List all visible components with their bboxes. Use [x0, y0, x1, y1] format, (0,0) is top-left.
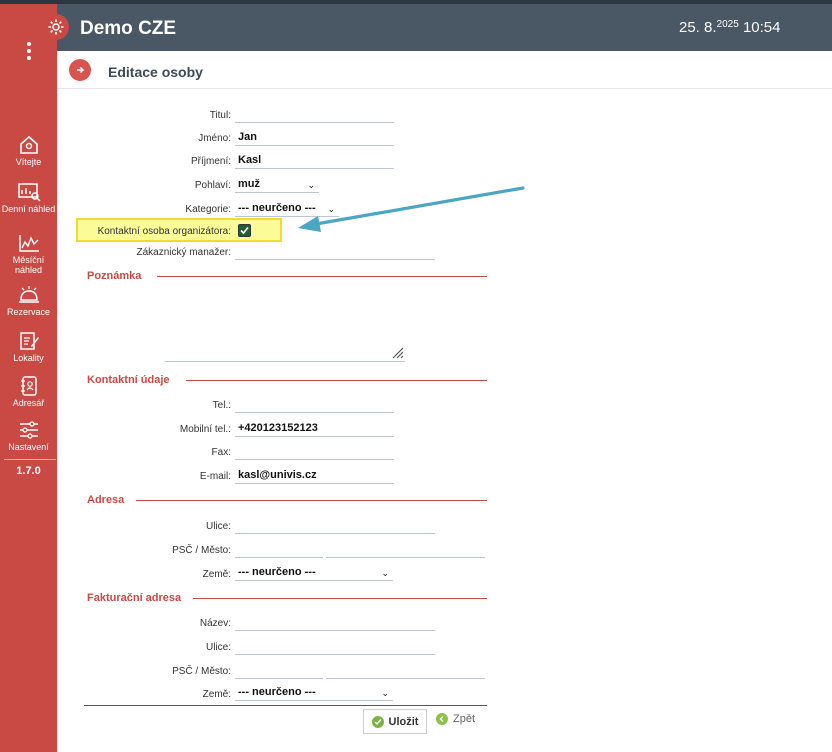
resize-grip-icon[interactable]	[391, 346, 404, 359]
kategorie-label: Kategorie:	[185, 204, 231, 215]
billing-mesto-input[interactable]	[326, 663, 485, 679]
bell-icon	[18, 286, 39, 303]
app-version: 1.7.0	[16, 465, 41, 477]
sidebar-item-rezervace[interactable]: Rezervace	[0, 285, 57, 317]
manager-label: Zákaznický manažer:	[136, 247, 231, 258]
zeme-select[interactable]: --- neurčeno --- ⌄	[235, 565, 393, 581]
tel-input[interactable]	[235, 397, 394, 413]
sidebar-item-adresar[interactable]: Adresář	[0, 376, 57, 408]
fax-label: Fax:	[211, 447, 231, 458]
email-label: E-mail:	[199, 471, 231, 482]
nazev-label: Název:	[199, 618, 231, 629]
billing-ulice-input[interactable]	[235, 639, 435, 655]
section-divider	[157, 276, 487, 277]
ulice-label: Ulice:	[205, 521, 231, 532]
titul-input[interactable]	[235, 107, 394, 123]
home-icon	[19, 135, 38, 154]
back-button[interactable]: Zpět	[436, 713, 475, 725]
psc-input[interactable]	[235, 542, 323, 558]
section-fakturacni-adresa: Fakturační adresa	[87, 592, 182, 604]
fax-input[interactable]	[235, 444, 394, 460]
mesto-input[interactable]	[326, 542, 485, 558]
back-circle-icon	[436, 713, 448, 725]
sliders-icon	[19, 421, 38, 439]
sidebar-item-label: Denní náhled	[1, 204, 56, 214]
save-button[interactable]: Uložit	[363, 709, 427, 734]
sidebar-divider	[4, 459, 56, 460]
ulice-input[interactable]	[235, 518, 435, 534]
billing-psc-mesto-label: PSČ / Město:	[172, 666, 231, 677]
section-poznamka: Poznámka	[87, 270, 142, 282]
jmeno-label: Jméno:	[198, 133, 231, 144]
more-menu-icon[interactable]	[27, 42, 31, 63]
address-book-icon	[20, 376, 37, 396]
arrow-right-icon	[77, 66, 85, 74]
zeme-label: Země:	[202, 569, 231, 580]
back-label: Zpět	[453, 713, 476, 725]
checkmark-icon	[240, 226, 249, 235]
section-divider	[136, 500, 487, 501]
note-textarea[interactable]	[165, 294, 405, 362]
billing-zeme-label: Země:	[202, 689, 231, 700]
prijmeni-label: Příjmení:	[190, 156, 231, 167]
gear-icon[interactable]	[43, 14, 69, 40]
sidebar-item-label: Měsíční náhled	[12, 255, 45, 275]
billing-ulice-label: Ulice:	[205, 642, 231, 653]
mobil-input[interactable]: +420123152123	[235, 421, 394, 437]
billing-psc-input[interactable]	[235, 663, 323, 679]
section-divider	[193, 598, 487, 599]
check-circle-icon	[371, 715, 384, 728]
jmeno-input[interactable]: Jan	[235, 130, 394, 146]
section-kontaktni-udaje: Kontaktní údaje	[87, 374, 170, 386]
zeme-value: --- neurčeno ---	[238, 566, 316, 578]
tel-label: Tel.:	[212, 400, 231, 411]
save-label: Uložit	[388, 715, 419, 728]
annotation-arrow-icon	[298, 186, 525, 232]
titul-label: Titul:	[209, 110, 231, 121]
sidebar-item-denni-nahled[interactable]: Denní náhled	[0, 182, 57, 214]
section-adresa: Adresa	[87, 494, 125, 506]
monthly-chart-icon	[18, 235, 39, 252]
page-title: Editace osoby	[108, 64, 203, 80]
back-arrow-button[interactable]	[69, 59, 91, 81]
pohlavi-value: muž	[238, 178, 260, 190]
sidebar-item-mesicni-nahled[interactable]: Měsíční náhled	[0, 233, 57, 275]
sidebar-item-label: Nastavení	[8, 442, 49, 452]
date-year: 2025	[716, 19, 739, 30]
sidebar-item-vitejte[interactable]: Vítejte	[0, 135, 57, 167]
page-title-bar: Editace osoby	[57, 51, 832, 89]
pohlavi-label: Pohlaví:	[194, 180, 231, 191]
sidebar-item-label: Adresář	[12, 398, 45, 408]
edit-note-icon	[19, 332, 39, 350]
psc-mesto-label: PSČ / Město:	[172, 545, 231, 556]
chevron-down-icon: ⌄	[381, 688, 389, 698]
date-time: 25. 8.2025 10:54	[679, 19, 781, 36]
kontakt-osoba-label: Kontaktní osoba organizátora:	[97, 226, 231, 237]
nazev-input[interactable]	[235, 615, 435, 631]
prijmeni-input[interactable]: Kasl	[235, 153, 394, 169]
email-input[interactable]: kasl@univis.cz	[235, 468, 394, 484]
sidebar-item-lokality[interactable]: Lokality	[0, 331, 57, 363]
app-header: Demo CZE 25. 8.2025 10:54	[43, 4, 832, 51]
sidebar-item-label: Rezervace	[6, 307, 51, 317]
billing-zeme-select[interactable]: --- neurčeno --- ⌄	[235, 685, 393, 701]
app-title: Demo CZE	[80, 18, 177, 39]
date-main: 25. 8.	[679, 19, 717, 36]
manager-input[interactable]	[235, 244, 435, 260]
footer-divider	[84, 705, 487, 706]
time: 10:54	[742, 19, 781, 36]
chevron-down-icon: ⌄	[381, 568, 389, 578]
sidebar-item-nastaveni[interactable]: Nastavení	[0, 420, 57, 452]
sidebar-item-label: Vítejte	[15, 157, 42, 167]
sidebar-item-label: Lokality	[13, 353, 44, 363]
kontakt-osoba-checkbox[interactable]	[238, 224, 251, 237]
mobil-label: Mobilní tel.:	[179, 424, 231, 435]
daily-chart-icon	[17, 183, 41, 202]
billing-zeme-value: --- neurčeno ---	[238, 686, 316, 698]
sidebar: Vítejte Denní náhled Měsíční náhled Reze…	[0, 4, 57, 752]
section-divider	[186, 380, 487, 381]
